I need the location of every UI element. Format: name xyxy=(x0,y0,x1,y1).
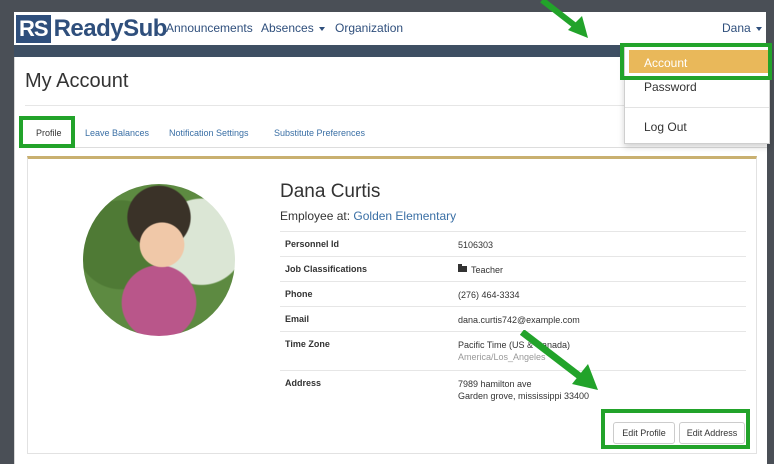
chevron-down-icon xyxy=(755,26,762,31)
nav-organization[interactable]: Organization xyxy=(335,21,403,35)
page-title: My Account xyxy=(25,70,129,92)
field-value: dana.curtis742@example.com xyxy=(458,315,580,325)
readysub-logo[interactable]: RS ReadySub xyxy=(16,14,167,44)
nav-announcements[interactable]: Announcements xyxy=(166,21,253,35)
school-link[interactable]: Golden Elementary xyxy=(353,209,456,223)
chevron-down-icon xyxy=(318,26,325,31)
nav-absences[interactable]: Absences xyxy=(261,21,325,35)
profile-details-table: Personnel Id 5106303 Job Classifications… xyxy=(280,231,746,411)
field-label: Email xyxy=(285,314,310,324)
tab-leave-balances[interactable]: Leave Balances xyxy=(85,128,149,138)
annotation-arrow-icon xyxy=(540,0,588,38)
annotation-arrow-icon xyxy=(520,330,598,390)
field-label: Personnel Id xyxy=(285,239,340,249)
tab-notification-settings[interactable]: Notification Settings xyxy=(169,128,249,138)
profile-name: Dana Curtis xyxy=(280,181,381,202)
table-row: Time Zone Pacific Time (US & Canada) Ame… xyxy=(280,331,746,370)
table-row: Address 7989 hamilton ave Garden grove, … xyxy=(280,370,746,411)
table-row: Personnel Id 5106303 xyxy=(280,231,746,256)
divider xyxy=(625,107,769,108)
highlight-profile-tab xyxy=(19,116,75,148)
nav-absences-label: Absences xyxy=(261,21,314,35)
menu-item-password[interactable]: Password xyxy=(644,80,697,94)
user-menu-toggle[interactable]: Dana xyxy=(722,21,762,35)
tab-substitute-preferences[interactable]: Substitute Preferences xyxy=(274,128,365,138)
menu-item-log-out[interactable]: Log Out xyxy=(644,120,687,134)
job-classification: Teacher xyxy=(471,265,504,275)
field-label: Time Zone xyxy=(285,339,330,349)
field-value: 5106303 xyxy=(458,240,494,250)
logo-mark: RS xyxy=(16,15,51,43)
field-label: Job Classifications xyxy=(285,264,368,274)
table-row: Phone (276) 464-3334 xyxy=(280,281,746,306)
field-label: Phone xyxy=(285,289,313,299)
tabs-divider xyxy=(25,147,767,148)
table-row: Job Classifications Teacher xyxy=(280,256,746,281)
field-value: Teacher xyxy=(458,264,503,276)
top-navbar: RS ReadySub Announcements Absences Organ… xyxy=(14,12,766,46)
logo-text: ReadySub xyxy=(53,15,168,42)
highlight-account xyxy=(620,43,772,80)
employee-at: Employee at: Golden Elementary xyxy=(280,209,456,223)
employee-prefix: Employee at: xyxy=(280,209,351,223)
folder-icon xyxy=(458,264,467,272)
highlight-edit-buttons xyxy=(601,409,750,449)
table-row: Email dana.curtis742@example.com xyxy=(280,306,746,331)
user-name: Dana xyxy=(722,21,751,35)
field-label: Address xyxy=(285,378,322,388)
field-value: (276) 464-3334 xyxy=(458,290,520,300)
avatar xyxy=(83,184,235,336)
